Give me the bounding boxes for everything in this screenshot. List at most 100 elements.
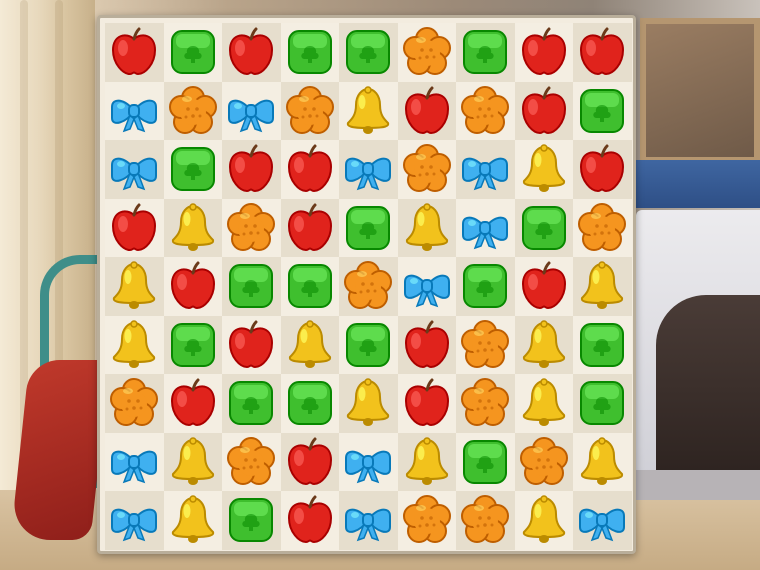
board-cell[interactable] bbox=[339, 432, 398, 491]
yellow-bell-icon[interactable] bbox=[167, 436, 219, 488]
green-square-icon[interactable] bbox=[167, 143, 219, 195]
board-cell[interactable] bbox=[339, 491, 398, 550]
blue-bow-icon[interactable] bbox=[108, 436, 160, 488]
apple-icon[interactable] bbox=[225, 26, 277, 78]
board-cell[interactable] bbox=[339, 374, 398, 433]
board-cell[interactable] bbox=[280, 257, 339, 316]
board-cell[interactable] bbox=[397, 432, 456, 491]
board-cell[interactable] bbox=[573, 23, 632, 82]
apple-icon[interactable] bbox=[518, 260, 570, 312]
apple-icon[interactable] bbox=[167, 377, 219, 429]
board-cell[interactable] bbox=[456, 374, 515, 433]
board-cell[interactable] bbox=[573, 491, 632, 550]
green-square-icon[interactable] bbox=[284, 377, 336, 429]
apple-icon[interactable] bbox=[108, 26, 160, 78]
board-cell[interactable] bbox=[105, 315, 164, 374]
green-square-icon[interactable] bbox=[167, 319, 219, 371]
board-cell[interactable] bbox=[105, 198, 164, 257]
apple-icon[interactable] bbox=[576, 143, 628, 195]
yellow-bell-icon[interactable] bbox=[576, 260, 628, 312]
board-cell[interactable] bbox=[280, 432, 339, 491]
board-cell[interactable] bbox=[280, 315, 339, 374]
board-cell[interactable] bbox=[397, 23, 456, 82]
board-cell[interactable] bbox=[339, 315, 398, 374]
board-cell[interactable] bbox=[339, 23, 398, 82]
green-square-icon[interactable] bbox=[576, 377, 628, 429]
yellow-bell-icon[interactable] bbox=[342, 377, 394, 429]
orange-flower-icon[interactable] bbox=[401, 143, 453, 195]
green-square-icon[interactable] bbox=[225, 260, 277, 312]
blue-bow-icon[interactable] bbox=[225, 85, 277, 137]
board-cell[interactable] bbox=[456, 491, 515, 550]
board-cell[interactable] bbox=[163, 315, 222, 374]
board-cell[interactable] bbox=[163, 140, 222, 199]
yellow-bell-icon[interactable] bbox=[576, 436, 628, 488]
apple-icon[interactable] bbox=[167, 260, 219, 312]
board-cell[interactable] bbox=[280, 374, 339, 433]
board-cell[interactable] bbox=[397, 374, 456, 433]
board-cell[interactable] bbox=[397, 198, 456, 257]
green-square-icon[interactable] bbox=[518, 202, 570, 254]
green-square-icon[interactable] bbox=[342, 202, 394, 254]
board-cell[interactable] bbox=[163, 432, 222, 491]
blue-bow-icon[interactable] bbox=[108, 143, 160, 195]
yellow-bell-icon[interactable] bbox=[167, 494, 219, 546]
board-cell[interactable] bbox=[280, 491, 339, 550]
board-cell[interactable] bbox=[573, 257, 632, 316]
green-square-icon[interactable] bbox=[459, 260, 511, 312]
orange-flower-icon[interactable] bbox=[167, 85, 219, 137]
apple-icon[interactable] bbox=[284, 202, 336, 254]
yellow-bell-icon[interactable] bbox=[342, 85, 394, 137]
apple-icon[interactable] bbox=[401, 377, 453, 429]
board-cell[interactable] bbox=[456, 315, 515, 374]
orange-flower-icon[interactable] bbox=[576, 202, 628, 254]
blue-bow-icon[interactable] bbox=[342, 143, 394, 195]
yellow-bell-icon[interactable] bbox=[401, 436, 453, 488]
blue-bow-icon[interactable] bbox=[108, 494, 160, 546]
blue-bow-icon[interactable] bbox=[342, 436, 394, 488]
board-cell[interactable] bbox=[105, 432, 164, 491]
board-cell[interactable] bbox=[105, 257, 164, 316]
apple-icon[interactable] bbox=[401, 85, 453, 137]
orange-flower-icon[interactable] bbox=[225, 436, 277, 488]
orange-flower-icon[interactable] bbox=[459, 85, 511, 137]
green-square-icon[interactable] bbox=[576, 319, 628, 371]
yellow-bell-icon[interactable] bbox=[401, 202, 453, 254]
board-cell[interactable] bbox=[163, 198, 222, 257]
board-cell[interactable] bbox=[514, 491, 573, 550]
board-cell[interactable] bbox=[105, 491, 164, 550]
board-cell[interactable] bbox=[280, 140, 339, 199]
orange-flower-icon[interactable] bbox=[459, 319, 511, 371]
board-cell[interactable] bbox=[397, 491, 456, 550]
orange-flower-icon[interactable] bbox=[459, 494, 511, 546]
board-cell[interactable] bbox=[573, 81, 632, 140]
green-square-icon[interactable] bbox=[576, 85, 628, 137]
board-cell[interactable] bbox=[514, 140, 573, 199]
board-cell[interactable] bbox=[514, 198, 573, 257]
yellow-bell-icon[interactable] bbox=[108, 319, 160, 371]
board-cell[interactable] bbox=[397, 257, 456, 316]
apple-icon[interactable] bbox=[284, 494, 336, 546]
board-cell[interactable] bbox=[514, 23, 573, 82]
green-square-icon[interactable] bbox=[342, 319, 394, 371]
apple-icon[interactable] bbox=[518, 26, 570, 78]
board-cell[interactable] bbox=[573, 374, 632, 433]
orange-flower-icon[interactable] bbox=[284, 85, 336, 137]
apple-icon[interactable] bbox=[576, 26, 628, 78]
board-cell[interactable] bbox=[222, 374, 281, 433]
board-cell[interactable] bbox=[222, 81, 281, 140]
board-cell[interactable] bbox=[163, 257, 222, 316]
board-cell[interactable] bbox=[514, 315, 573, 374]
yellow-bell-icon[interactable] bbox=[518, 143, 570, 195]
board-cell[interactable] bbox=[456, 140, 515, 199]
board-cell[interactable] bbox=[456, 81, 515, 140]
board-cell[interactable] bbox=[105, 374, 164, 433]
green-square-icon[interactable] bbox=[284, 26, 336, 78]
board-cell[interactable] bbox=[222, 257, 281, 316]
board-cell[interactable] bbox=[105, 140, 164, 199]
apple-icon[interactable] bbox=[225, 143, 277, 195]
board-cell[interactable] bbox=[280, 198, 339, 257]
board-cell[interactable] bbox=[163, 23, 222, 82]
board-cell[interactable] bbox=[573, 140, 632, 199]
board-cell[interactable] bbox=[456, 198, 515, 257]
